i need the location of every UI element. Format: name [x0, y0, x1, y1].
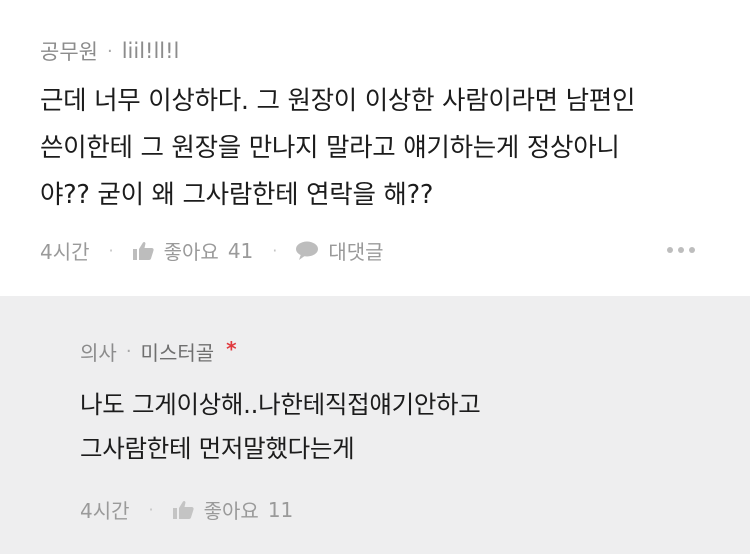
reply-author: 의사 · 미스터골 *	[80, 337, 237, 366]
comment-author: 공무원 · liil!ll!l	[40, 36, 179, 66]
comment: 공무원 · liil!ll!l 근데 너무 이상하다. 그 원장이 이상한 사람…	[0, 0, 750, 296]
separator-dot: ·	[148, 500, 154, 519]
like-count: 41	[227, 238, 254, 263]
thumbs-up-icon	[172, 500, 194, 519]
like-label: 좋아요	[203, 499, 259, 523]
like-count: 11	[267, 497, 294, 522]
reply-line: 그사람한테 먼저말했다는게	[80, 434, 355, 463]
reply-actions: 4시간 · 좋아요 11	[80, 495, 293, 524]
separator-dot: ·	[106, 40, 113, 62]
like-button[interactable]: 좋아요 41	[132, 236, 254, 265]
comment-body: 근데 너무 이상하다. 그 원장이 이상한 사람이라면 남편인 쓴이한테 그 원…	[40, 78, 730, 219]
comment-line: 근데 너무 이상하다. 그 원장이 이상한 사람이라면 남편인	[40, 86, 636, 116]
reply-label: 대댓글	[328, 240, 384, 264]
reply-comment: 의사 · 미스터골 * 나도 그게이상해..나한테직접얘기안하고 그사람한테 먼…	[0, 296, 750, 554]
author-nickname[interactable]: liil!ll!l	[122, 39, 180, 63]
reply-line: 나도 그게이상해..나한테직접얘기안하고	[80, 390, 481, 419]
speech-bubble-icon	[296, 241, 319, 260]
author-job: 의사	[80, 341, 117, 365]
thumbs-up-icon	[132, 241, 154, 260]
comment-time: 4시간	[40, 240, 90, 264]
separator-dot: ·	[272, 241, 278, 260]
like-label: 좋아요	[163, 240, 219, 264]
author-badge: *	[226, 336, 237, 361]
separator-dot: ·	[108, 241, 114, 260]
reply-button[interactable]: 대댓글	[296, 236, 384, 265]
separator-dot: ·	[125, 341, 132, 362]
comment-line: 쓴이한테 그 원장을 만나지 말라고 얘기하는게 정상아니	[40, 133, 620, 163]
more-dots-icon[interactable]	[662, 247, 695, 253]
comment-line: 야?? 굳이 왜 그사람한테 연락을 해??	[40, 180, 434, 210]
comment-actions: 4시간 · 좋아요 41 · 대댓글	[40, 236, 384, 265]
like-button[interactable]: 좋아요 11	[172, 495, 294, 524]
reply-time: 4시간	[80, 499, 130, 523]
author-job: 공무원	[40, 40, 98, 64]
reply-body: 나도 그게이상해..나한테직접얘기안하고 그사람한테 먼저말했다는게	[80, 383, 720, 471]
author-nickname[interactable]: 미스터골	[141, 337, 215, 366]
